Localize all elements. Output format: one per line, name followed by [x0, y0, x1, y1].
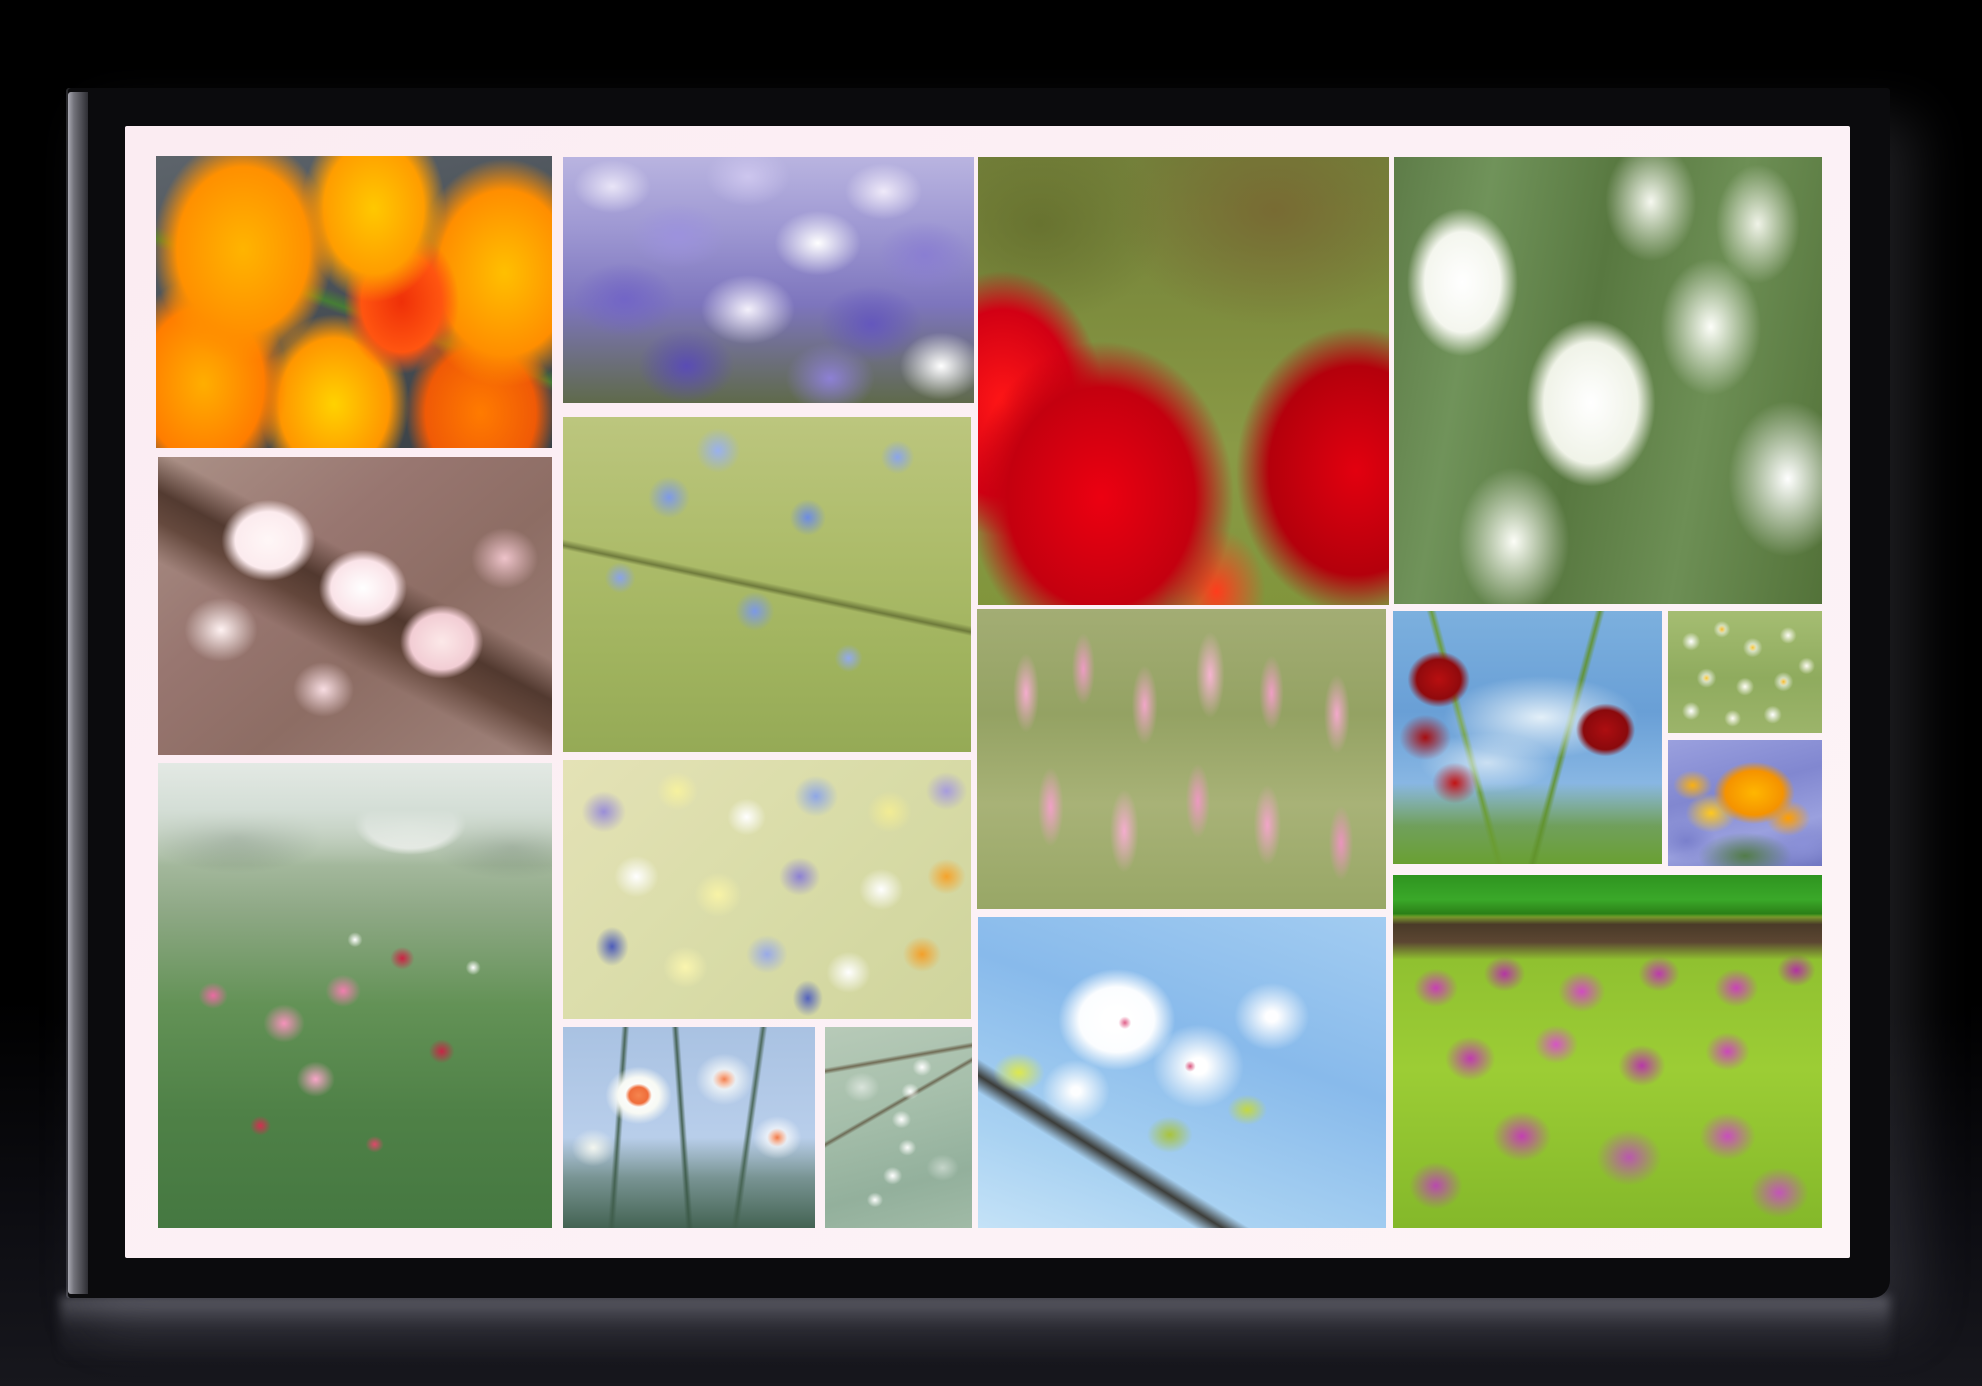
photo-purple-poppy-field — [1393, 875, 1822, 1228]
photo-red-tulips — [978, 157, 1389, 605]
collage-scene — [0, 0, 1982, 1386]
photo-crocus-field — [563, 157, 974, 403]
photo-pear-blossoms — [978, 917, 1386, 1228]
photo-daisies — [1668, 611, 1822, 733]
photo-mixed-spring-flowers — [563, 760, 971, 1019]
photo-blue-flax — [563, 417, 971, 752]
photo-orange-tulips — [156, 156, 552, 448]
photo-plum-blossoms — [158, 457, 552, 755]
photo-red-poppies-sky — [1393, 611, 1662, 864]
photo-white-blossom-branch — [825, 1027, 972, 1228]
photo-orange-crocus — [1668, 740, 1822, 866]
photo-white-tulips — [1394, 157, 1822, 604]
photo-cosmos-field — [158, 763, 552, 1228]
mat-board — [125, 126, 1850, 1258]
photo-daffodils — [563, 1027, 815, 1228]
frame-side-highlight — [68, 92, 88, 1294]
frame-drop-shadow — [60, 1296, 1890, 1366]
photo-pink-persicaria — [977, 609, 1386, 909]
picture-frame — [68, 88, 1890, 1298]
